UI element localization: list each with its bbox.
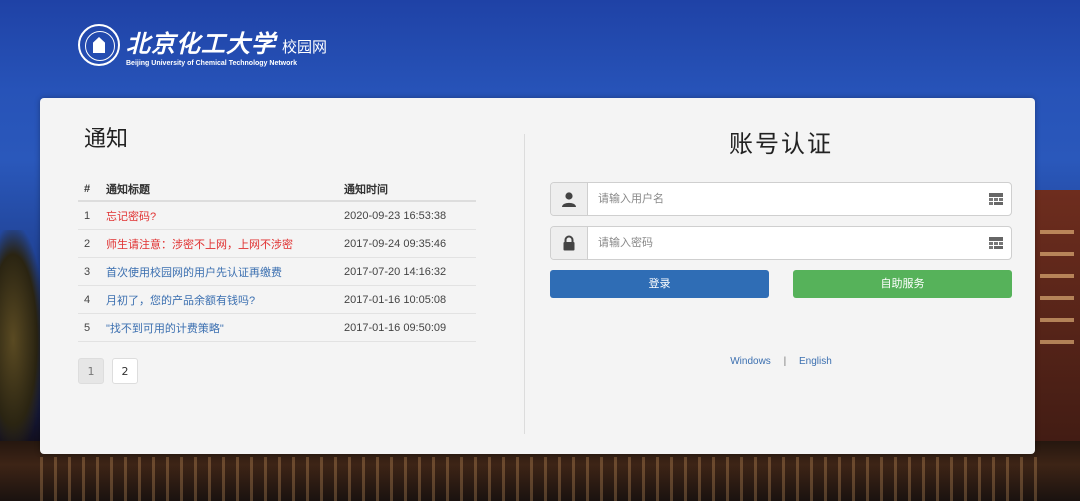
english-name: Beijing University of Chemical Technolog…	[126, 59, 298, 67]
main-card: 通知 # 通知标题 通知时间 1 忘记密码? 2020-09-23 16:53:…	[40, 98, 1035, 454]
notice-link[interactable]: 师生请注意：涉密不上网，上网不涉密	[106, 239, 293, 251]
table-row: 1 忘记密码? 2020-09-23 16:53:38	[78, 201, 476, 230]
login-title: 账号认证	[729, 130, 833, 158]
login-button[interactable]: 登录	[550, 270, 769, 298]
table-row: 3 首次使用校园网的用户先认证再缴费 2017-07-20 14:16:32	[78, 257, 476, 286]
row-number: 3	[78, 257, 106, 286]
brand: 北京化工大学 校园网 Beijing University of Chemica…	[126, 24, 327, 67]
pagination: 1 2	[78, 358, 476, 384]
windows-link[interactable]: Windows	[730, 356, 771, 367]
university-name: 北京化工大学	[126, 28, 276, 58]
row-number: 2	[78, 229, 106, 258]
notice-link[interactable]: "找不到可用的计费策略"	[106, 323, 224, 335]
column-header-time: 通知时间	[344, 178, 476, 202]
building-silhouette	[1034, 190, 1080, 460]
notice-time: 2017-01-16 09:50:09	[344, 313, 476, 342]
client-links: Windows | English	[550, 356, 1012, 367]
link-separator: |	[783, 356, 787, 367]
notice-table-header: # 通知标题 通知时间	[78, 178, 476, 202]
login-panel: 账号认证 请输入用户名 登录 自助服务 Windows | English	[550, 126, 1012, 367]
notice-time: 2017-09-24 09:35:46	[344, 229, 476, 258]
row-number: 4	[78, 285, 106, 314]
notice-time: 2020-09-23 16:53:38	[344, 201, 476, 230]
notice-time: 2017-01-16 10:05:08	[344, 285, 476, 314]
notice-table: # 通知标题 通知时间 1 忘记密码? 2020-09-23 16:53:38 …	[78, 178, 476, 342]
password-input[interactable]	[588, 227, 981, 259]
lock-icon	[551, 227, 588, 259]
panel-divider	[524, 134, 525, 434]
row-number: 5	[78, 313, 106, 342]
page-button-1[interactable]: 1	[78, 358, 104, 384]
notice-link[interactable]: 忘记密码?	[106, 211, 156, 223]
keyboard-icon[interactable]	[981, 227, 1011, 259]
column-header-title: 通知标题	[106, 178, 344, 202]
site-header: 北京化工大学 校园网 Beijing University of Chemica…	[78, 20, 327, 70]
username-input[interactable]	[588, 183, 981, 215]
tree-silhouette	[0, 230, 44, 450]
self-service-button[interactable]: 自助服务	[793, 270, 1012, 298]
ground-lights	[40, 457, 1040, 501]
notice-link[interactable]: 月初了，您的产品余额有钱吗?	[106, 295, 255, 307]
table-row: 5 "找不到可用的计费策略" 2017-01-16 09:50:09	[78, 313, 476, 342]
notice-panel: 通知 # 通知标题 通知时间 1 忘记密码? 2020-09-23 16:53:…	[78, 126, 476, 384]
university-seal-icon	[78, 24, 120, 66]
network-label: 校园网	[282, 37, 328, 56]
button-row: 登录 自助服务	[550, 270, 1012, 298]
notice-link[interactable]: 首次使用校园网的用户先认证再缴费	[106, 267, 282, 279]
notice-title: 通知	[84, 127, 129, 152]
column-header-number: #	[78, 178, 106, 202]
table-row: 4 月初了，您的产品余额有钱吗? 2017-01-16 10:05:08	[78, 285, 476, 314]
keyboard-icon[interactable]	[981, 183, 1011, 215]
page-button-2[interactable]: 2	[112, 358, 138, 384]
user-icon	[551, 183, 588, 215]
row-number: 1	[78, 201, 106, 230]
notice-time: 2017-07-20 14:16:32	[344, 257, 476, 286]
password-group	[550, 226, 1012, 260]
english-link[interactable]: English	[799, 356, 832, 367]
table-row: 2 师生请注意：涉密不上网，上网不涉密 2017-09-24 09:35:46	[78, 229, 476, 258]
username-group	[550, 182, 1012, 216]
